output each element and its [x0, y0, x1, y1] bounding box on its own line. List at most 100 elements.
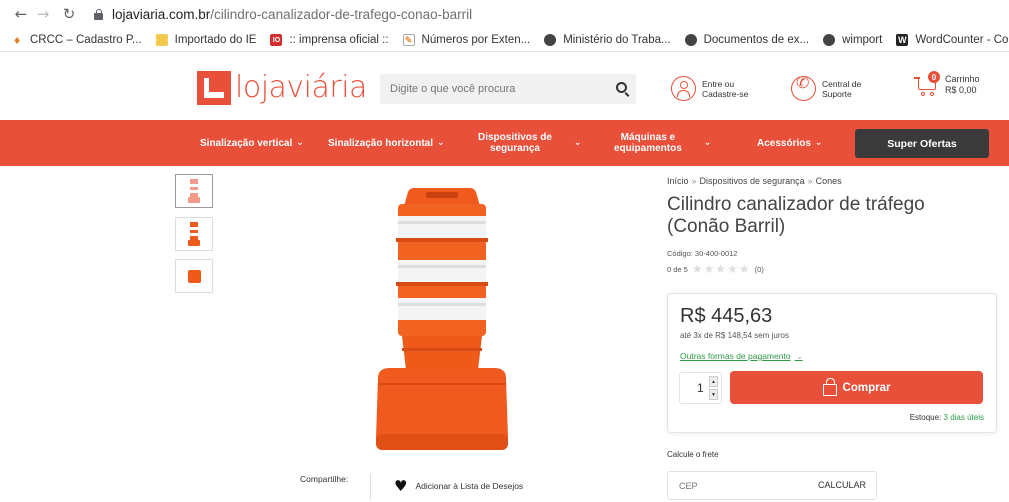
- product-rating: 0 de 5 ★★★★★ (0): [667, 262, 764, 276]
- bookmark-wordcounter[interactable]: W WordCounter - Cou...: [896, 34, 1009, 46]
- cone-thumbnail-image: [188, 179, 200, 203]
- wishlist-button[interactable]: ♥ Adicionar à Lista de Desejos: [394, 477, 524, 495]
- globe-icon: [684, 34, 697, 46]
- stock-info: Estoque: 3 dias úteis: [910, 413, 984, 422]
- flame-icon: ♦: [13, 33, 21, 47]
- bookmark-label: Documentos de ex...: [703, 34, 810, 46]
- bookmark-importado-ie[interactable]: Importado do IE: [155, 34, 257, 46]
- reload-icon[interactable]: ↻: [58, 5, 80, 23]
- installments-text: até 3x de R$ 148,54 sem juros: [680, 331, 789, 340]
- product-price: R$ 445,63: [680, 305, 773, 327]
- rating-text: 0 de 5: [667, 264, 688, 274]
- product-thumbnail-3[interactable]: [175, 259, 213, 293]
- folder-icon: [155, 34, 168, 46]
- nav-sinalizacao-horizontal[interactable]: Sinalização horizontal ⌄: [328, 138, 445, 149]
- login-text: Entre ou Cadastre-se: [702, 79, 748, 99]
- breadcrumb-dispositivos[interactable]: Dispositivos de segurança: [700, 176, 805, 186]
- nav-label: Máquinas e equipamentos: [614, 132, 682, 154]
- stock-label: Estoque:: [909, 413, 942, 422]
- nav-sinalizacao-vertical[interactable]: Sinalização vertical ⌄: [200, 138, 304, 149]
- quantity-increase-icon[interactable]: ▲: [709, 376, 718, 387]
- freight-label: Calcule o frete: [667, 450, 719, 459]
- wishlist-label: Adicionar à Lista de Desejos: [415, 481, 524, 491]
- breadcrumb-inicio[interactable]: Início: [667, 176, 689, 186]
- cone-thumbnail-image: [188, 222, 200, 246]
- chevron-down-icon: ⌄: [703, 137, 712, 148]
- main-nav: Sinalização vertical ⌄ Sinalização horizo…: [0, 120, 1009, 166]
- bookmark-label: Importado do IE: [174, 34, 257, 46]
- bookmark-label: :: imprensa oficial ::: [289, 34, 389, 46]
- search-icon[interactable]: [616, 82, 627, 93]
- chevron-down-icon: ⌄: [296, 138, 304, 148]
- nav-label: Dispositivos de segurança: [478, 132, 552, 154]
- heart-icon: ♥: [394, 477, 408, 495]
- bookmark-documentos[interactable]: Documentos de ex...: [684, 34, 810, 46]
- cep-field: CALCULAR: [667, 471, 877, 500]
- quantity-stepper[interactable]: 1 ▲ ▼: [679, 372, 722, 404]
- product-thumbnail-2[interactable]: [175, 217, 213, 251]
- bookmark-crcc[interactable]: ♦ CRCC – Cadastro P...: [11, 33, 142, 47]
- nav-dispositivos-seguranca[interactable]: Dispositivos de segurança ⌄: [478, 132, 581, 154]
- search-input[interactable]: [380, 83, 600, 95]
- pen-icon: ✎: [402, 34, 415, 46]
- nav-acessorios[interactable]: Acessórios ⌄: [757, 138, 822, 149]
- cart-count-badge: 0: [928, 71, 940, 83]
- star-rating-icon[interactable]: ★★★★★: [692, 262, 751, 276]
- login-link[interactable]: Entre ou Cadastre-se: [671, 76, 748, 101]
- nav-label-line1: Máquinas e: [620, 132, 676, 143]
- quantity-decrease-icon[interactable]: ▼: [709, 389, 718, 400]
- login-line2: Cadastre-se: [702, 88, 749, 99]
- support-text: Central de Suporte: [822, 79, 861, 99]
- breadcrumb-separator: »: [807, 176, 813, 186]
- bookmark-ministerio[interactable]: Ministério do Traba...: [544, 34, 671, 46]
- support-link[interactable]: Central de Suporte: [791, 76, 861, 101]
- cart-total: R$ 0,00: [945, 85, 977, 95]
- product-code: Código: 30-400-0012: [667, 249, 738, 258]
- bookmark-label: Ministério do Traba...: [563, 34, 671, 46]
- stock-days: 3 dias úteis: [943, 413, 984, 422]
- nav-maquinas-equipamentos[interactable]: Máquinas e equipamentos ⌄: [614, 132, 711, 154]
- cone-top-thumbnail-image: [187, 269, 201, 283]
- product-main-image[interactable]: [372, 188, 512, 458]
- bookmark-label: WordCounter - Cou...: [915, 34, 1009, 46]
- lock-icon[interactable]: [94, 8, 103, 20]
- bookmarks-bar: ♦ CRCC – Cadastro P... Importado do IE I…: [0, 29, 1009, 52]
- breadcrumb-cones[interactable]: Cones: [816, 176, 842, 186]
- chevron-down-icon: ⌄: [794, 353, 803, 361]
- buy-box: R$ 445,63 até 3x de R$ 148,54 sem juros …: [667, 293, 997, 433]
- nav-label-line2: equipamentos: [614, 143, 682, 154]
- share-row: Compartilhe:: [300, 474, 348, 484]
- cart-text: Carrinho R$ 0,00: [945, 74, 980, 96]
- cart-link[interactable]: 0 Carrinho R$ 0,00: [914, 71, 980, 97]
- forward-arrow-icon[interactable]: →: [32, 5, 54, 23]
- nav-label-line1: Dispositivos de: [478, 132, 552, 143]
- chevron-down-icon: ⌄: [573, 137, 582, 148]
- bookmark-numeros[interactable]: ✎ Números por Exten...: [402, 34, 531, 46]
- phone-icon: [791, 76, 816, 101]
- super-offers-button[interactable]: Super Ofertas: [855, 129, 989, 158]
- bookmark-label: CRCC – Cadastro P...: [30, 34, 142, 46]
- url-field[interactable]: lojaviaria.com.br/cilindro-canalizador-d…: [94, 7, 472, 22]
- url-path: /cilindro-canalizador-de-trafego-conao-b…: [210, 6, 473, 22]
- nav-label-line2: segurança: [489, 143, 540, 154]
- buy-button[interactable]: Comprar: [730, 371, 983, 404]
- bookmark-imprensa-oficial[interactable]: IO :: imprensa oficial ::: [270, 34, 389, 46]
- bookmark-label: Números por Exten...: [421, 34, 531, 46]
- quantity-buttons: ▲ ▼: [709, 376, 718, 400]
- site-logo[interactable]: lojaviária: [197, 70, 367, 105]
- globe-icon: [544, 34, 557, 46]
- login-line1: Entre ou: [702, 78, 735, 89]
- breadcrumb: Início» Dispositivos de segurança» Cones: [667, 176, 842, 186]
- payment-options-link[interactable]: Outras formas de pagamento ⌄: [680, 351, 803, 361]
- back-arrow-icon[interactable]: ←: [10, 5, 32, 23]
- bookmark-wimport[interactable]: wimport: [823, 34, 882, 46]
- quantity-value[interactable]: 1: [697, 381, 704, 395]
- cart-icon: 0: [914, 71, 940, 97]
- cart-label: Carrinho: [945, 74, 980, 84]
- nav-label: Sinalização horizontal: [328, 138, 434, 149]
- globe-icon: [823, 34, 836, 46]
- product-thumbnail-1[interactable]: [175, 174, 213, 208]
- bookmark-label: wimport: [842, 34, 883, 46]
- calculate-freight-button[interactable]: CALCULAR: [818, 480, 866, 490]
- cep-input[interactable]: [668, 480, 798, 491]
